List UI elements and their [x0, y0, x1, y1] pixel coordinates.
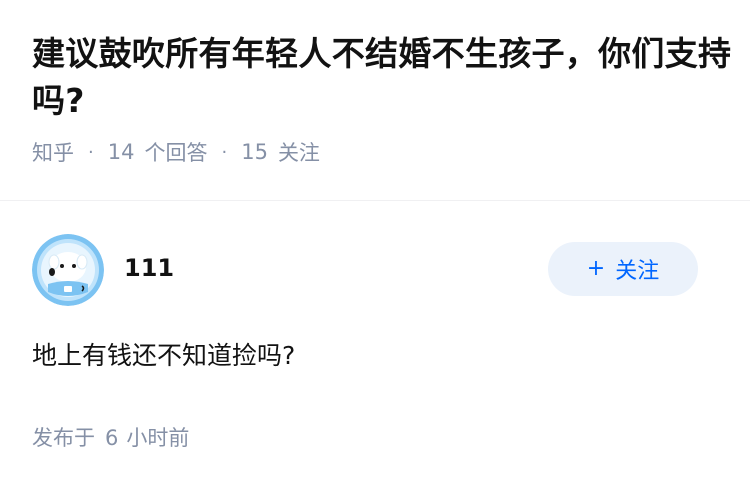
follower-count-label: 关注	[277, 141, 320, 165]
avatar-icon	[32, 234, 104, 306]
source-label[interactable]: 知乎	[32, 137, 74, 167]
answer-time-value: 6	[105, 426, 119, 450]
answer-time-suffix: 小时前	[126, 426, 190, 450]
author-row: 111 + 关注	[32, 232, 718, 306]
plus-icon: +	[586, 256, 606, 281]
answer-time: 发布于 6 小时前	[32, 422, 718, 452]
meta-separator: ·	[221, 141, 228, 163]
answer-time-prefix: 发布于	[32, 426, 95, 450]
question-header: 建议鼓吹所有年轻人不结婚不生孩子，你们支持吗? 知乎 · 14 个回答 · 15…	[32, 30, 732, 166]
follow-button[interactable]: + 关注	[548, 242, 698, 296]
answer-count: 14	[107, 140, 135, 164]
follow-button-label: 关注	[615, 259, 660, 284]
avatar[interactable]	[32, 234, 104, 306]
section-divider	[0, 200, 750, 201]
question-title[interactable]: 建议鼓吹所有年轻人不结婚不生孩子，你们支持吗?	[32, 30, 732, 124]
meta-separator: ·	[88, 141, 94, 163]
answer-count-label: 个回答	[144, 141, 208, 165]
question-meta: 知乎 · 14 个回答 · 15 关注	[32, 138, 732, 166]
answer-content[interactable]: 地上有钱还不知道捡吗?	[32, 338, 718, 374]
answer-card: 111 + 关注 地上有钱还不知道捡吗? 发布于 6 小时前	[32, 232, 718, 452]
follower-count: 15	[241, 140, 268, 164]
author-name[interactable]: 111	[124, 254, 174, 282]
